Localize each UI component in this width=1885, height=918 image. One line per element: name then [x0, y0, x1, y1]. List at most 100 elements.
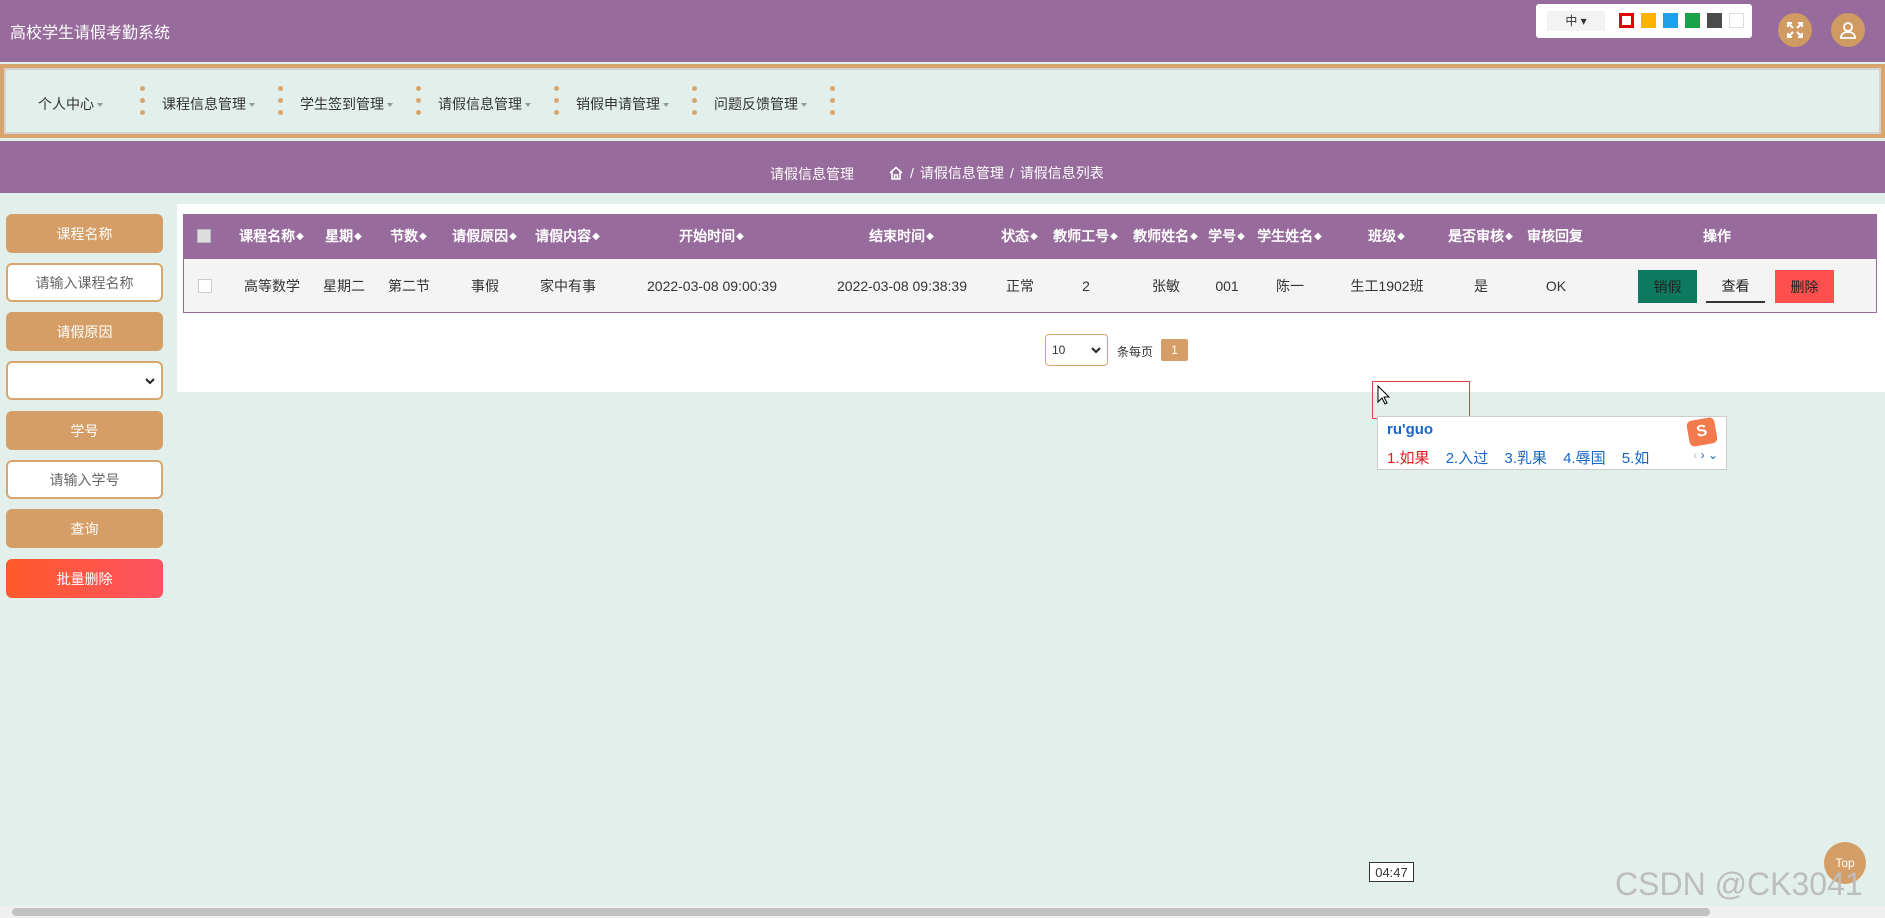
- cancel-leave-button[interactable]: 销假: [1638, 270, 1697, 303]
- table-cell: 是: [1474, 277, 1488, 294]
- breadcrumb-item: 请假信息列表: [1019, 165, 1104, 181]
- top-bar: 高校学生请假考勤系统 中 ▾: [0, 0, 1885, 62]
- mouse-cursor-icon: [1377, 385, 1391, 405]
- page-header: 请假信息管理 / 请假信息管理 / 请假信息列表: [0, 141, 1885, 193]
- column-header[interactable]: 学生姓名 ◆: [1252, 214, 1326, 258]
- main-nav: 个人中心 课程信息管理 学生签到管理 请假信息管理 销假申请管理 问题反馈管理: [0, 64, 1885, 138]
- ime-candidate[interactable]: 1.如果: [1387, 450, 1430, 467]
- row-checkbox[interactable]: [198, 278, 212, 293]
- nav-student-checkin[interactable]: 学生签到管理: [300, 94, 393, 114]
- table-cell: 事假: [471, 277, 499, 294]
- column-header[interactable]: 课程名称 ◆: [231, 214, 311, 258]
- table-cell: 正常: [1006, 277, 1034, 294]
- nav-separator: [554, 86, 559, 116]
- page-title: 请假信息管理: [770, 166, 854, 182]
- column-header[interactable]: 班级 ◆: [1331, 214, 1441, 258]
- sort-icon: ◆: [419, 230, 427, 242]
- caret-down-icon: [249, 103, 255, 108]
- theme-swatch-blue[interactable]: [1663, 13, 1678, 28]
- batch-delete-button[interactable]: 批量删除: [6, 559, 163, 598]
- sort-icon: ◆: [592, 230, 600, 242]
- theme-swatch-gray[interactable]: [1707, 13, 1722, 28]
- nav-leave-info[interactable]: 请假信息管理: [438, 94, 531, 114]
- theme-swatch-green[interactable]: [1685, 13, 1700, 28]
- table-cell: 2022-03-08 09:00:39: [647, 277, 777, 294]
- column-header[interactable]: 状态 ◆: [994, 214, 1044, 258]
- column-header[interactable]: 星期 ◆: [312, 214, 374, 258]
- nav-personal-center[interactable]: 个人中心: [38, 94, 103, 114]
- chevron-right-icon[interactable]: ›: [1701, 448, 1705, 462]
- table-cell: 高等数学: [244, 277, 300, 294]
- sort-icon: ◆: [926, 230, 934, 242]
- ime-candidate[interactable]: 5.如: [1622, 450, 1650, 467]
- sort-icon: ◆: [1110, 230, 1118, 242]
- column-header[interactable]: 开始时间 ◆: [616, 214, 806, 258]
- nav-separator: [416, 86, 421, 116]
- nav-separator: [278, 86, 283, 116]
- chevron-down-icon[interactable]: ⌄: [1708, 448, 1718, 462]
- fullscreen-button[interactable]: [1778, 13, 1812, 47]
- caret-down-icon: [525, 103, 531, 108]
- ime-candidate[interactable]: 3.乳果: [1504, 450, 1547, 467]
- chevron-left-icon[interactable]: ‹: [1693, 448, 1697, 462]
- sort-icon: ◆: [1190, 230, 1198, 242]
- column-header[interactable]: 结束时间 ◆: [806, 214, 996, 258]
- table-cell: 2: [1082, 277, 1090, 294]
- user-icon: [1840, 22, 1856, 39]
- query-button[interactable]: 查询: [6, 509, 163, 548]
- course-name-label: 课程名称: [6, 214, 163, 253]
- column-header[interactable]: 教师姓名 ◆: [1127, 214, 1203, 258]
- nav-separator: [830, 86, 835, 116]
- sort-icon: ◆: [509, 230, 517, 242]
- ime-pinyin: ru'guo: [1387, 421, 1434, 438]
- ime-candidate[interactable]: 4.辱国: [1563, 450, 1606, 467]
- sort-icon: ◆: [1397, 230, 1405, 242]
- course-name-input[interactable]: 请输入课程名称: [6, 263, 163, 302]
- nav-feedback[interactable]: 问题反馈管理: [714, 94, 807, 114]
- table-header: 课程名称 ◆ 星期 ◆ 节数 ◆ 请假原因 ◆ 请假内容 ◆ 开始时间 ◆ 结束时间 ◆ 状态…: [183, 214, 1877, 258]
- theme-swatch-red[interactable]: [1619, 13, 1634, 28]
- sort-icon: ◆: [1237, 230, 1245, 242]
- table-cell: 001: [1215, 277, 1239, 294]
- column-header[interactable]: 是否审核 ◆: [1445, 214, 1515, 258]
- scrollbar-thumb[interactable]: [12, 908, 1710, 916]
- sort-icon: ◆: [1505, 230, 1513, 242]
- caret-down-icon: [801, 103, 807, 108]
- watermark: CSDN @CK3041: [1615, 866, 1863, 902]
- theme-panel: 中 ▾: [1536, 4, 1752, 38]
- theme-swatch-white[interactable]: [1729, 13, 1744, 28]
- table-cell: 家中有事: [540, 277, 596, 294]
- table-cell: 第二节: [388, 277, 430, 294]
- student-no-label: 学号: [6, 411, 163, 450]
- sort-icon: ◆: [354, 230, 362, 242]
- page-size-select[interactable]: 10: [1045, 334, 1108, 366]
- nav-course-info[interactable]: 课程信息管理: [162, 94, 255, 114]
- ime-candidate[interactable]: 2.入过: [1446, 450, 1489, 467]
- sort-icon: ◆: [1314, 230, 1322, 242]
- theme-swatch-orange[interactable]: [1641, 13, 1656, 28]
- nav-separator: [692, 86, 697, 116]
- nav-cancel-leave[interactable]: 销假申请管理: [576, 94, 669, 114]
- select-all-checkbox[interactable]: [197, 229, 211, 243]
- page-number-button[interactable]: 1: [1161, 339, 1188, 361]
- app-title: 高校学生请假考勤系统: [10, 25, 171, 42]
- student-no-input[interactable]: 请输入学号: [6, 460, 163, 499]
- column-header[interactable]: 请假原因 ◆: [444, 214, 524, 258]
- ime-page-controls[interactable]: ‹ › ⌄: [1693, 448, 1718, 462]
- breadcrumb-item[interactable]: 请假信息管理: [920, 163, 1004, 183]
- user-avatar-button[interactable]: [1831, 13, 1865, 47]
- caret-down-icon: [663, 103, 669, 108]
- leave-reason-select[interactable]: [6, 361, 163, 400]
- column-header[interactable]: 节数 ◆: [377, 214, 439, 258]
- column-header[interactable]: 请假内容 ◆: [527, 214, 607, 258]
- column-header[interactable]: 学号 ◆: [1202, 214, 1250, 258]
- view-button[interactable]: 查看: [1706, 270, 1765, 303]
- home-icon[interactable]: [888, 165, 904, 181]
- horizontal-scrollbar[interactable]: [0, 906, 1885, 918]
- column-header[interactable]: 教师工号 ◆: [1047, 214, 1123, 258]
- time-tooltip: 04:47: [1369, 862, 1414, 882]
- delete-button[interactable]: 删除: [1775, 270, 1834, 303]
- sort-icon: ◆: [1030, 230, 1038, 242]
- table-cell: OK: [1545, 277, 1567, 294]
- language-select[interactable]: 中 ▾: [1547, 11, 1605, 31]
